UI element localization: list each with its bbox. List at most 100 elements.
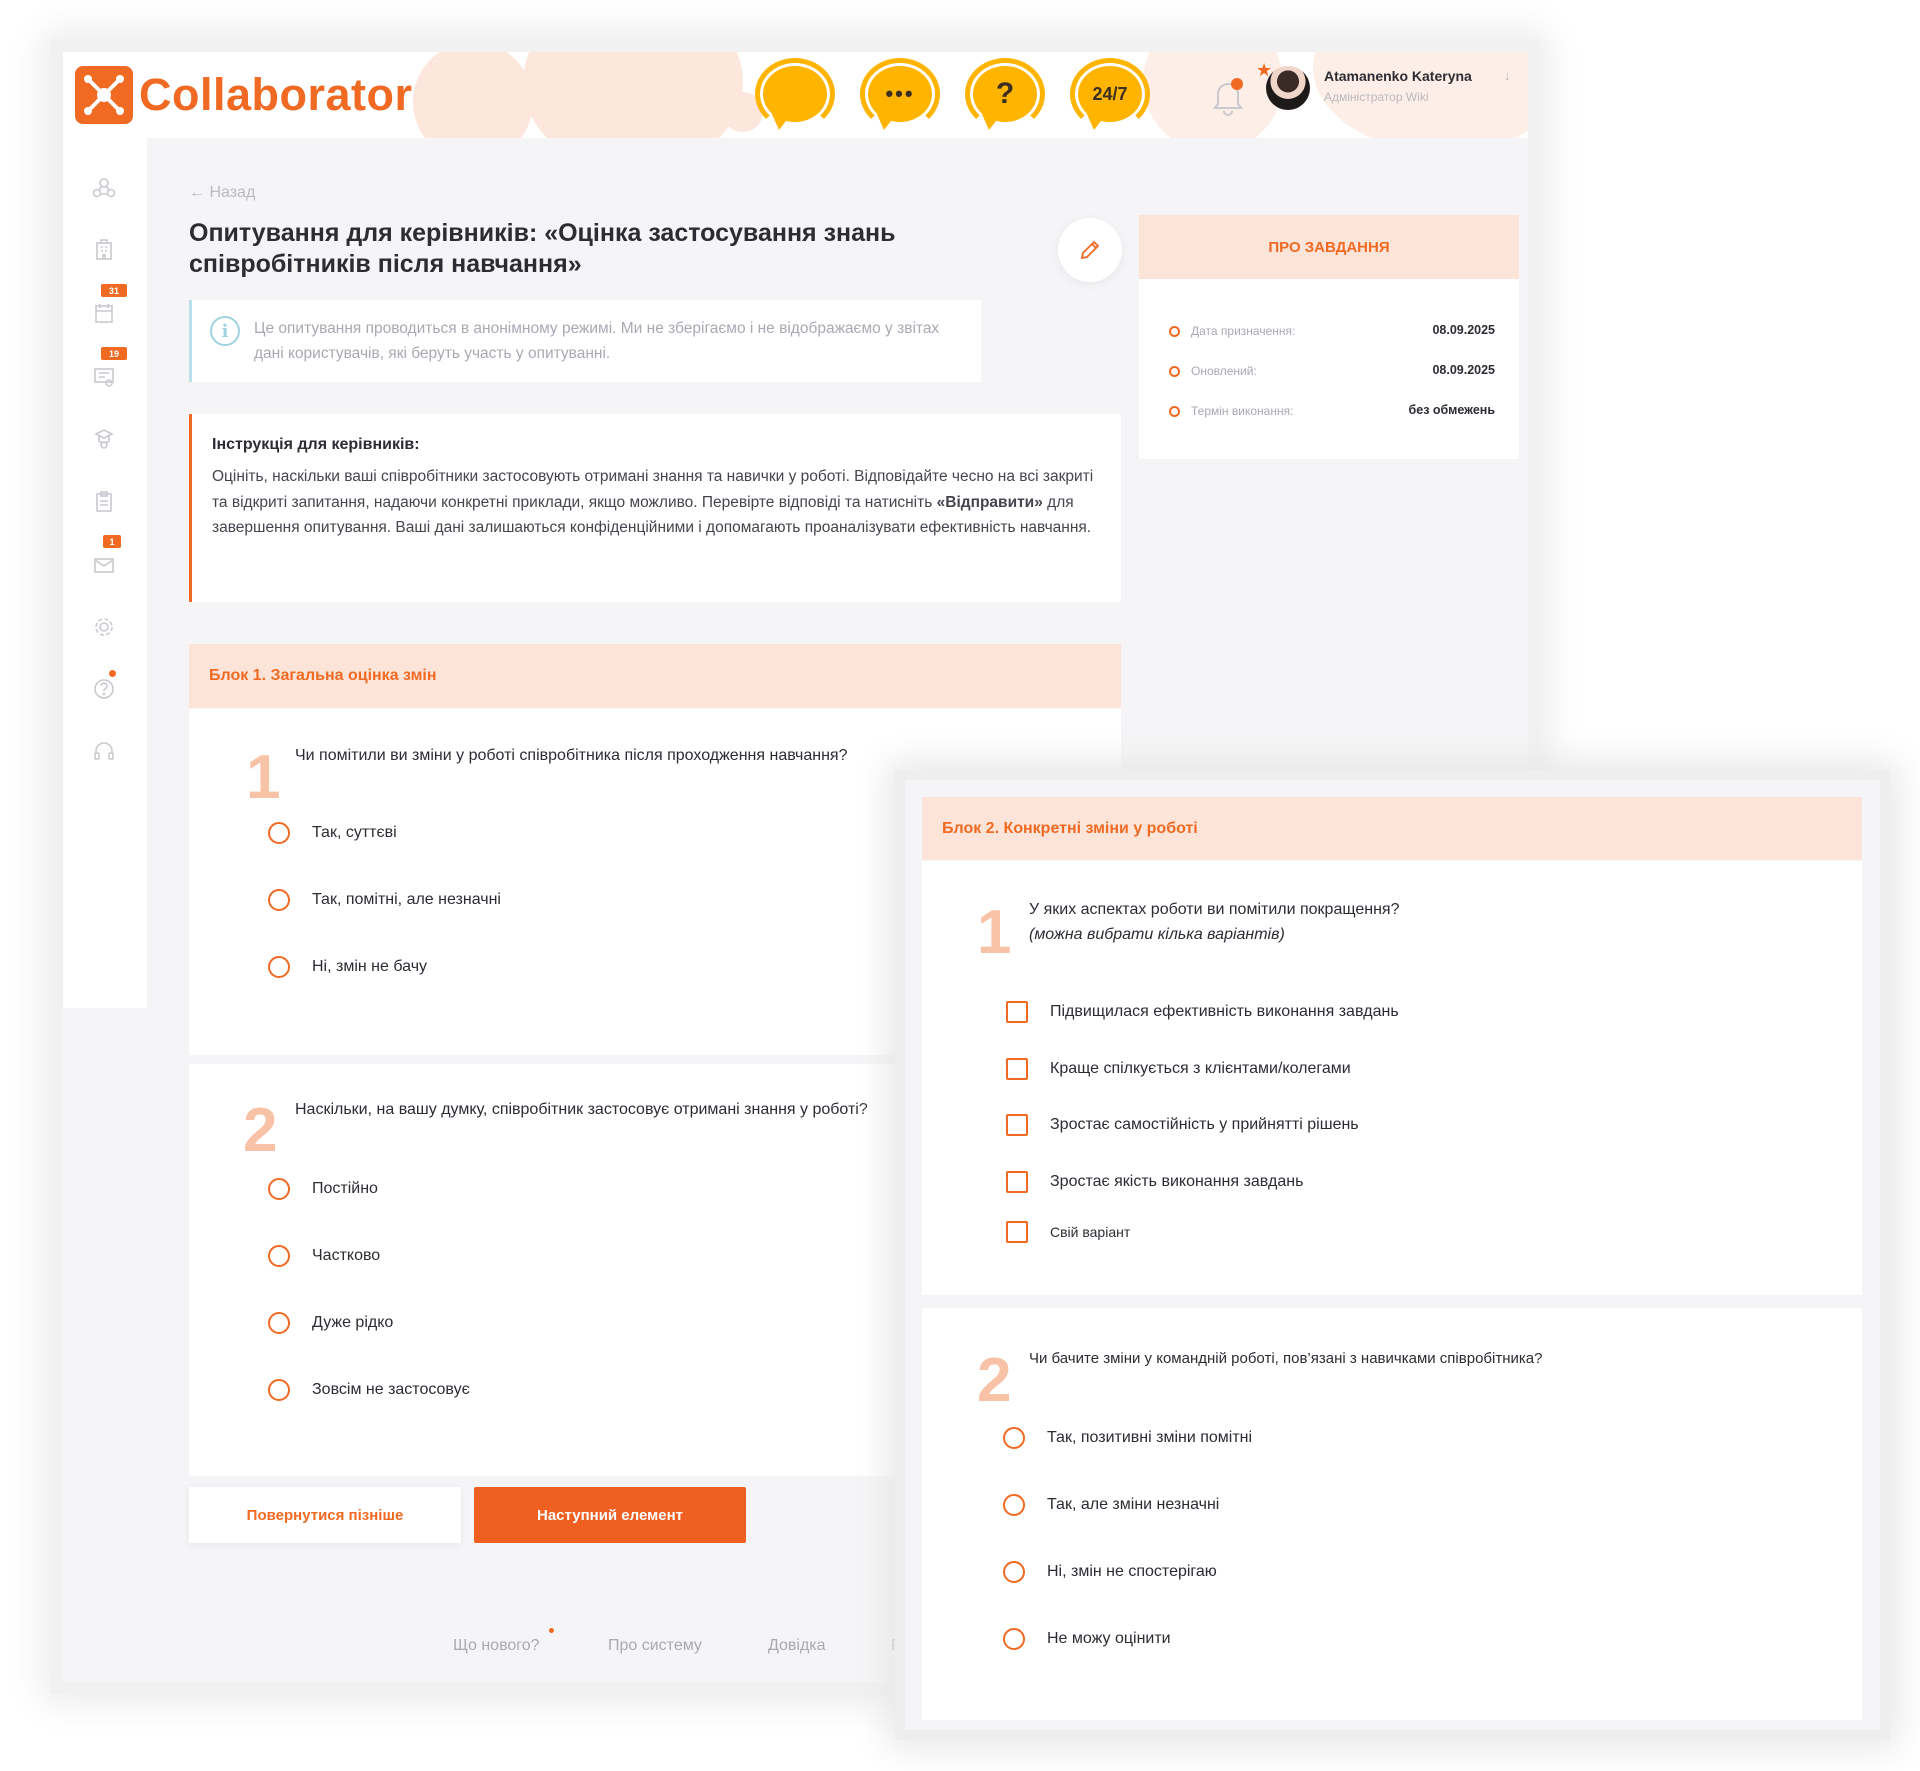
checkbox[interactable] xyxy=(1006,1001,1028,1023)
footer-link-about[interactable]: Про систему xyxy=(608,1637,702,1655)
radio-option[interactable]: Частково xyxy=(268,1243,380,1269)
header-decoration xyxy=(413,52,533,138)
bullet-icon xyxy=(1169,406,1180,417)
header-decoration xyxy=(523,52,743,138)
courses-badge: 19 xyxy=(101,347,127,360)
settings-icon[interactable] xyxy=(87,610,121,644)
radio-option[interactable]: Ні, змін не спостерігаю xyxy=(1003,1559,1217,1585)
building-icon[interactable] xyxy=(87,233,121,267)
question-number: 1 xyxy=(977,898,1012,967)
logo-mark-icon xyxy=(75,66,133,124)
radio-option[interactable]: Так, позитивні зміни помітні xyxy=(1003,1425,1252,1451)
anonymous-notice: i Це опитування проводиться в анонімному… xyxy=(189,300,981,382)
radio-button[interactable] xyxy=(1003,1494,1025,1516)
return-later-button[interactable]: Повернутися пізніше xyxy=(189,1487,461,1543)
collaborator-logo[interactable]: Collaborator xyxy=(75,66,413,124)
question-text: Чи бачите зміни у командній роботі, пов’… xyxy=(1029,1350,1543,1367)
info-row-updated: Оновлений: 08.09.2025 xyxy=(1169,362,1495,382)
calendar-badge: 31 xyxy=(101,284,127,297)
inbox-icon[interactable] xyxy=(87,547,121,581)
task-info-panel: ПРО ЗАВДАННЯ Дата призначення: 08.09.202… xyxy=(1139,215,1519,459)
logo-text: Collaborator xyxy=(139,69,413,120)
block2-window: Блок 2. Конкретні зміни у роботі 1 У яки… xyxy=(905,780,1880,1730)
radio-option[interactable]: Дуже рідко xyxy=(268,1310,393,1336)
footer-link-whats-new[interactable]: Що нового? xyxy=(453,1637,540,1655)
support-247-icon[interactable]: 24/7 xyxy=(1068,58,1152,134)
page-title: Опитування для керівників: «Оцінка засто… xyxy=(189,219,896,278)
radio-button[interactable] xyxy=(268,1245,290,1267)
footer-link-partial[interactable]: Р xyxy=(891,1637,902,1655)
checkbox-option[interactable]: Свій варіант xyxy=(1006,1219,1130,1245)
task-info-title: ПРО ЗАВДАННЯ xyxy=(1139,215,1519,279)
footer-link-help[interactable]: Довідка xyxy=(768,1637,826,1655)
pencil-icon xyxy=(1080,240,1100,260)
support-icon[interactable] xyxy=(87,735,121,769)
inbox-badge: 1 xyxy=(103,535,121,548)
radio-button[interactable] xyxy=(268,1178,290,1200)
courses-icon[interactable] xyxy=(87,359,121,393)
radio-button[interactable] xyxy=(1003,1427,1025,1449)
edit-button[interactable] xyxy=(1058,218,1122,282)
checkbox[interactable] xyxy=(1006,1221,1028,1243)
checkbox-option[interactable]: Підвищилася ефективність виконання завда… xyxy=(1006,999,1399,1025)
notification-bell-icon[interactable] xyxy=(1208,74,1248,118)
radio-option[interactable]: Так, суттєві xyxy=(268,820,397,846)
radio-button[interactable] xyxy=(268,889,290,911)
network-icon[interactable] xyxy=(87,171,121,205)
checkbox-option[interactable]: Зростає самостійність у прийнятті рішень xyxy=(1006,1112,1359,1138)
checkbox[interactable] xyxy=(1006,1058,1028,1080)
radio-option[interactable]: Так, помітні, але незначні xyxy=(268,887,501,913)
new-indicator-dot xyxy=(549,1628,554,1633)
radio-option[interactable]: Ні, змін не бачу xyxy=(268,954,427,980)
question-number: 2 xyxy=(977,1346,1012,1415)
checkbox-option[interactable]: Зростає якість виконання завдань xyxy=(1006,1169,1303,1195)
arrow-down-icon: ↓ xyxy=(1504,68,1511,83)
radio-option[interactable]: Не можу оцінити xyxy=(1003,1626,1171,1652)
question-number: 1 xyxy=(246,743,281,812)
user-role: Адміністратор Wiki xyxy=(1324,90,1429,104)
question-headset-icon[interactable]: ? xyxy=(963,58,1047,134)
clipboard-icon[interactable] xyxy=(87,485,121,519)
instruction-text: Оцініть, наскільки ваші співробітники за… xyxy=(212,468,1094,536)
radio-button[interactable] xyxy=(1003,1561,1025,1583)
notice-text: Це опитування проводиться в анонімному р… xyxy=(254,320,940,362)
sidebar: 31 19 1 xyxy=(63,138,147,1008)
bullet-icon xyxy=(1169,366,1180,377)
help-icon[interactable] xyxy=(87,672,121,706)
back-link[interactable]: ← Назад xyxy=(189,184,255,202)
block1-title: Блок 1. Загальна оцінка змін xyxy=(189,644,1121,708)
question-hint: (можна вибрати кілька варіантів) xyxy=(1029,926,1285,943)
dots-chat-headset-icon[interactable]: ••• xyxy=(858,58,942,134)
radio-option[interactable]: Зовсім не застосовує xyxy=(268,1377,470,1403)
radio-option[interactable]: Постійно xyxy=(268,1176,378,1202)
question-text: У яких аспектах роботи ви помітили покра… xyxy=(1029,897,1809,947)
question-card: 1 У яких аспектах роботи ви помітили пок… xyxy=(922,861,1862,1295)
radio-option[interactable]: Так, але зміни незначні xyxy=(1003,1492,1219,1518)
radio-button[interactable] xyxy=(268,1312,290,1334)
question-number: 2 xyxy=(243,1096,278,1165)
user-menu[interactable]: ★ Atamanenko Kateryna Адміністратор Wiki… xyxy=(1256,60,1518,124)
user-name: Atamanenko Kateryna xyxy=(1324,68,1472,84)
radio-button[interactable] xyxy=(1003,1628,1025,1650)
checkbox[interactable] xyxy=(1006,1114,1028,1136)
instruction-title: Інструкція для керівників: xyxy=(212,436,420,453)
calendar-icon[interactable] xyxy=(87,296,121,330)
checkbox-option[interactable]: Краще спілкується з клієнтами/колегами xyxy=(1006,1056,1351,1082)
info-row-assigned: Дата призначення: 08.09.2025 xyxy=(1169,322,1495,342)
info-icon: i xyxy=(210,316,240,346)
avatar xyxy=(1266,66,1310,110)
bullet-icon xyxy=(1169,326,1180,337)
next-element-button[interactable]: Наступний елемент xyxy=(474,1487,746,1543)
question-text: Чи помітили ви зміни у роботі співробітн… xyxy=(295,747,848,764)
radio-button[interactable] xyxy=(268,822,290,844)
info-row-deadline: Термін виконання: без обмежень xyxy=(1169,402,1495,422)
help-dot xyxy=(109,670,116,677)
radio-button[interactable] xyxy=(268,956,290,978)
block2-title: Блок 2. Конкретні зміни у роботі xyxy=(922,797,1862,860)
question-card: 2 Чи бачите зміни у командній роботі, по… xyxy=(922,1308,1862,1720)
instruction-box: Інструкція для керівників: Оцініть, наск… xyxy=(189,414,1121,602)
radio-button[interactable] xyxy=(268,1379,290,1401)
mentor-icon[interactable] xyxy=(87,422,121,456)
checkbox[interactable] xyxy=(1006,1171,1028,1193)
chat-headset-icon[interactable] xyxy=(753,58,837,134)
